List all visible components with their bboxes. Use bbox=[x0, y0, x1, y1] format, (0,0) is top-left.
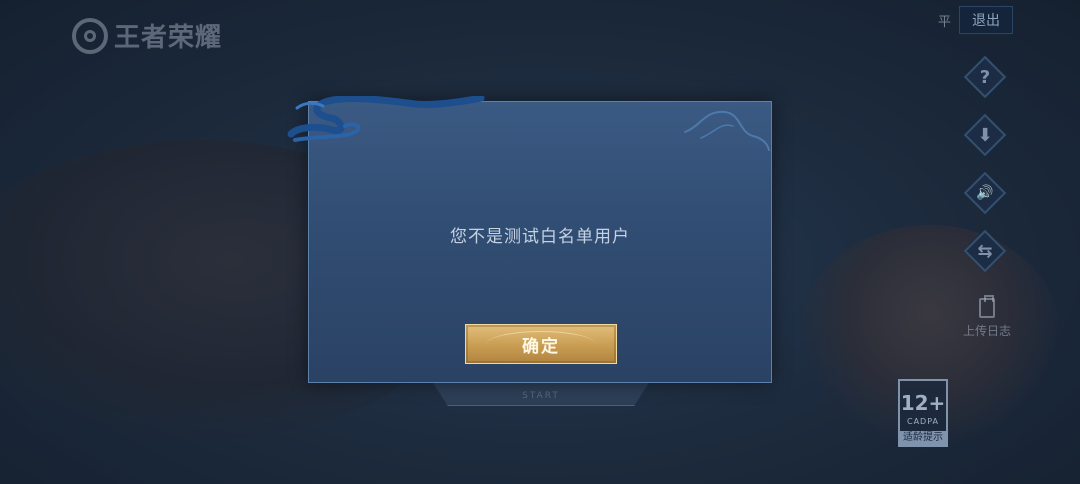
dialog-message: 您不是测试白名单用户 bbox=[450, 227, 630, 247]
dialog-swirl-ornament-right bbox=[684, 110, 770, 151]
alert-dialog: 您不是测试白名单用户 确定 bbox=[287, 96, 772, 383]
game-login-screen: 王者荣耀 平 退出 ? ⬇ 🔊 ⇆ 上传日志 12+ CADPA 适龄提示 ST… bbox=[0, 0, 1080, 484]
game-logo: 王者荣耀 bbox=[72, 17, 222, 54]
upload-log-label: 上传日志 bbox=[962, 324, 1011, 338]
download-icon: ⬇ bbox=[977, 124, 993, 146]
volume-icon: 🔊 bbox=[976, 185, 994, 201]
logo-text: 王者荣耀 bbox=[114, 23, 223, 53]
help-icon: ? bbox=[979, 66, 991, 88]
repair-icon: ⇆ bbox=[977, 240, 993, 262]
age-rating-tip: 适龄提示 bbox=[900, 431, 946, 445]
repair-button[interactable]: ⇆ bbox=[963, 229, 1007, 273]
confirm-button-label: 确定 bbox=[522, 336, 560, 357]
download-button[interactable]: ⬇ bbox=[963, 113, 1007, 157]
clipboard-icon bbox=[979, 295, 995, 318]
start-label: START bbox=[522, 391, 560, 401]
flat-label: 平 bbox=[938, 14, 952, 30]
dialog-swirl-ornament-left bbox=[287, 96, 485, 142]
age-rating-badge: 12+ CADPA 适龄提示 bbox=[898, 379, 948, 447]
upload-log-button[interactable]: 上传日志 bbox=[958, 295, 1016, 339]
logo-icon bbox=[72, 17, 108, 54]
help-button[interactable]: ? bbox=[963, 55, 1007, 99]
age-rating: 12+ bbox=[900, 391, 946, 415]
age-rating-org: CADPA bbox=[906, 417, 939, 426]
top-right-bar: 平 退出 bbox=[938, 6, 1014, 34]
confirm-button[interactable]: 确定 bbox=[465, 324, 617, 364]
volume-button[interactable]: 🔊 bbox=[963, 171, 1007, 215]
exit-button[interactable]: 退出 bbox=[959, 6, 1014, 34]
